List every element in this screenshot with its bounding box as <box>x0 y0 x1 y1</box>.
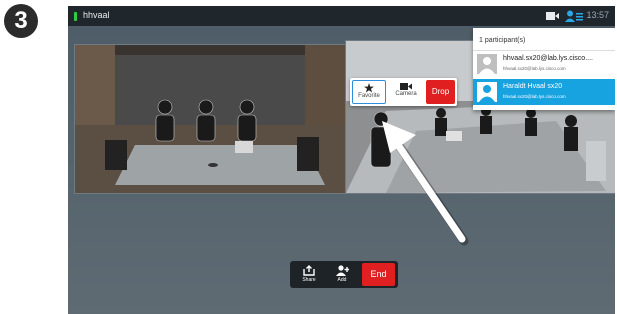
participant-name: Haraldt Hvaal sx20 <box>503 83 563 90</box>
participants-count: 1 participant(s) <box>479 37 526 44</box>
avatar <box>477 54 497 74</box>
share-icon <box>303 265 315 276</box>
star-icon <box>364 83 374 93</box>
participant-name: hhvaal <box>83 10 110 20</box>
participant-name: hhvaal.sx20@lab.lys.cisco.... <box>503 55 593 62</box>
avatar <box>477 82 497 102</box>
share-button[interactable]: Share <box>294 263 324 286</box>
conference-room-image <box>75 45 345 193</box>
pointer-arrow-icon <box>382 121 469 246</box>
camera-icon[interactable] <box>546 12 559 20</box>
participants-icon[interactable] <box>565 10 583 22</box>
add-person-icon <box>335 265 349 276</box>
step-number-badge: 3 <box>4 4 38 38</box>
end-call-button[interactable]: End <box>362 263 395 286</box>
status-indicator <box>74 12 77 21</box>
video-call-screen: hhvaal 13:57 Favorite Camera Drop 1 part… <box>68 6 615 314</box>
top-status-bar: hhvaal 13:57 <box>68 6 615 26</box>
call-controls-bar: Share Add End <box>290 261 398 288</box>
camera-label: Camera <box>395 91 417 97</box>
participant-address: hhvaal.sx20@lab.lys.cisco.com <box>503 94 566 99</box>
participant-row-selected[interactable]: Haraldt Hvaal sx20 hhvaal.sx20@lab.lys.c… <box>473 79 615 105</box>
participant-row[interactable]: hhvaal.sx20@lab.lys.cisco.... hhvaal.sx2… <box>473 50 615 77</box>
favorite-label: Favorite <box>358 93 380 99</box>
clock: 13:57 <box>586 10 609 20</box>
video-camera-icon <box>400 83 412 90</box>
add-participant-button[interactable]: Add <box>327 263 357 286</box>
participants-panel: 1 participant(s) hhvaal.sx20@lab.lys.cis… <box>473 28 615 110</box>
participant-address: hhvaal.sx20@lab.lys.cisco.com <box>503 66 566 71</box>
local-video-feed[interactable] <box>74 44 346 194</box>
share-label: Share <box>302 277 316 283</box>
add-label: Add <box>337 277 347 283</box>
